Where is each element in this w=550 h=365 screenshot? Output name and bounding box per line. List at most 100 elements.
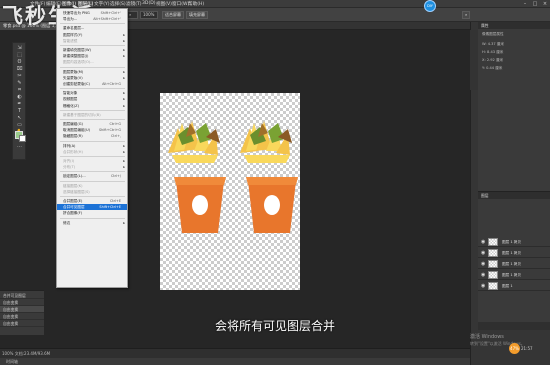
layer-thumbnail: [488, 282, 498, 290]
move-tool-icon[interactable]: ⇲: [14, 45, 25, 52]
tray-clock: 21:57: [521, 346, 533, 351]
eye-icon[interactable]: ◉: [481, 250, 485, 256]
dodge-tool-icon[interactable]: ◐: [14, 94, 25, 101]
layer-row[interactable]: ◉ 图层 1 拷贝: [478, 248, 550, 258]
submenu-arrow-icon: ▸: [123, 149, 125, 154]
layer-name: 图层 1: [502, 284, 513, 288]
menu-item: 分布(T) ▸: [57, 164, 127, 170]
menu-item[interactable]: 修边 ▸: [57, 220, 127, 226]
menu-item-label: 拼合图像(F): [63, 211, 83, 216]
menu-item: 智能滤镜 ▸: [57, 38, 127, 44]
panel-icon-strip: [470, 30, 478, 90]
stamp-tool-icon[interactable]: ⌗: [14, 87, 25, 94]
menu-separator: [60, 217, 125, 219]
zoom-field[interactable]: 100%: [140, 11, 158, 19]
maximize-icon[interactable]: □: [530, 0, 540, 8]
menu-item[interactable]: 拼合图像(F): [57, 210, 127, 216]
search-icon[interactable]: ⌕: [462, 11, 470, 19]
menu-separator: [60, 180, 125, 182]
properties-type: 像素图层属性: [482, 32, 504, 36]
width-value[interactable]: W: 4.37 厘米: [482, 42, 504, 47]
layer-row[interactable]: ◉ 图层 1: [478, 281, 550, 291]
menu-item-label: 选择链接图层(S): [63, 189, 90, 194]
document-canvas[interactable]: [160, 93, 300, 290]
fit-screen-button[interactable]: 适合屏幕: [162, 11, 184, 19]
magic-wand-icon[interactable]: ⌧: [14, 66, 25, 73]
type-tool-icon[interactable]: T: [14, 108, 25, 115]
layer-thumbnail: [488, 271, 498, 279]
menu-type[interactable]: 文字(Y): [94, 1, 110, 7]
layer-row[interactable]: ◉ 图层 1 拷贝: [478, 259, 550, 269]
status-bar: 100% 文档:23.4M/93.6M: [0, 348, 470, 358]
history-item[interactable]: 自由变换: [0, 306, 44, 313]
menu-item-label: 新建调整图层(J): [63, 54, 89, 59]
menu-separator: [60, 196, 125, 197]
menu-item-label: 创建剪贴蒙版(C): [63, 82, 90, 86]
submenu-arrow-icon: ▸: [123, 165, 125, 170]
menu-help[interactable]: 帮助(H): [188, 1, 204, 7]
menu-item-label: 对齐(I): [63, 159, 75, 163]
eye-icon[interactable]: ◉: [481, 261, 485, 267]
menu-item-label: 图层编组(G): [63, 122, 83, 126]
crop-tool-icon[interactable]: ✂: [14, 73, 25, 80]
layer-row[interactable]: ◉ 图层 1 拷贝: [478, 270, 550, 280]
menu-item: 图层内容选项(O)...: [57, 59, 127, 65]
pen-tool-icon[interactable]: ✒: [14, 101, 25, 108]
menu-item-label: 矢量蒙版(V): [63, 75, 83, 80]
menu-item-label: 图层内容选项(O)...: [63, 60, 94, 65]
menu-filter[interactable]: 滤镜(T): [126, 1, 142, 7]
minimize-icon[interactable]: –: [520, 0, 530, 8]
path-select-icon[interactable]: ↖: [14, 115, 25, 122]
properties-title: 属性: [478, 22, 550, 29]
more-tools-icon[interactable]: …: [14, 143, 25, 150]
properties-panel: 属性 像素图层属性 W: 4.37 厘米 H: 8.43 厘米 X: 2.92 …: [478, 22, 550, 192]
menu-item-shortcut: Alt+Ctrl+G: [102, 82, 121, 86]
layer-thumbnail: [488, 260, 498, 268]
menu-item[interactable]: 创建剪贴蒙版(C) Alt+Ctrl+G: [57, 81, 127, 87]
layers-panel: 图层 ◉ 图层 1 拷贝 ◉ 图层 1 拷贝 ◉ 图层 1 拷贝 ◉ 图层 1 …: [478, 192, 550, 322]
timeline-tab[interactable]: 时间轴: [0, 358, 470, 365]
menu-item[interactable]: 导出为... Alt+Shift+Ctrl+': [57, 16, 127, 22]
menu-3d[interactable]: 3D(D): [142, 1, 156, 6]
menu-view[interactable]: 视图(V): [156, 1, 172, 7]
status-badge: 47%: [509, 343, 520, 354]
close-icon[interactable]: ×: [540, 0, 550, 8]
submenu-arrow-icon: ▸: [123, 220, 125, 225]
fill-screen-button[interactable]: 填充屏幕: [186, 11, 208, 19]
marquee-tool-icon[interactable]: ⬚: [14, 52, 25, 59]
menu-item: 新建基于图层的切片(B): [57, 112, 127, 118]
history-item[interactable]: 自由变换: [0, 299, 44, 306]
eye-icon[interactable]: ◉: [481, 283, 485, 289]
menu-item[interactable]: 锁定图层(L)... Ctrl+/: [57, 173, 127, 179]
x-value[interactable]: X: 2.92 厘米: [482, 58, 503, 63]
menu-item-shortcut: Alt+Shift+Ctrl+': [93, 17, 121, 22]
menu-separator: [60, 109, 125, 111]
history-item[interactable]: 合并可见图层: [0, 292, 44, 299]
y-value[interactable]: Y: 0.44 厘米: [482, 66, 502, 71]
menu-select[interactable]: 选择(S): [110, 1, 126, 7]
layer-name: 图层 1 拷贝: [502, 240, 521, 244]
menu-separator: [60, 45, 125, 46]
menu-item[interactable]: 栅格化(Z) ▸: [57, 103, 127, 109]
background-color-swatch[interactable]: [19, 135, 26, 142]
menu-item[interactable]: 隐藏图层(R) Ctrl+,: [57, 133, 127, 139]
menu-separator: [60, 140, 125, 142]
brush-tool-icon[interactable]: ✎: [14, 80, 25, 87]
shape-tool-icon[interactable]: ▭: [14, 122, 25, 129]
layer-name: 图层 1 拷贝: [502, 273, 521, 277]
menu-window[interactable]: 窗口(W): [172, 1, 189, 7]
lasso-tool-icon[interactable]: ʘ: [14, 59, 25, 66]
layer-thumbnail: [488, 249, 498, 257]
eye-icon[interactable]: ◉: [481, 239, 485, 245]
layer-name: 图层 1 拷贝: [502, 251, 521, 255]
menu-item-label: 合并图层(E): [63, 199, 83, 203]
submenu-arrow-icon: ▸: [123, 103, 125, 108]
height-value[interactable]: H: 8.43 厘米: [482, 50, 503, 55]
menu-item-label: 锁定图层(L)...: [63, 174, 86, 179]
menu-item-label: 排列(A): [63, 143, 76, 148]
menu-separator: [60, 156, 125, 157]
layers-tab[interactable]: 图层: [478, 192, 550, 199]
layer-row[interactable]: ◉ 图层 1 拷贝: [478, 237, 550, 247]
eye-icon[interactable]: ◉: [481, 272, 485, 278]
menu-item-label: 图层蒙版(M): [63, 69, 84, 74]
